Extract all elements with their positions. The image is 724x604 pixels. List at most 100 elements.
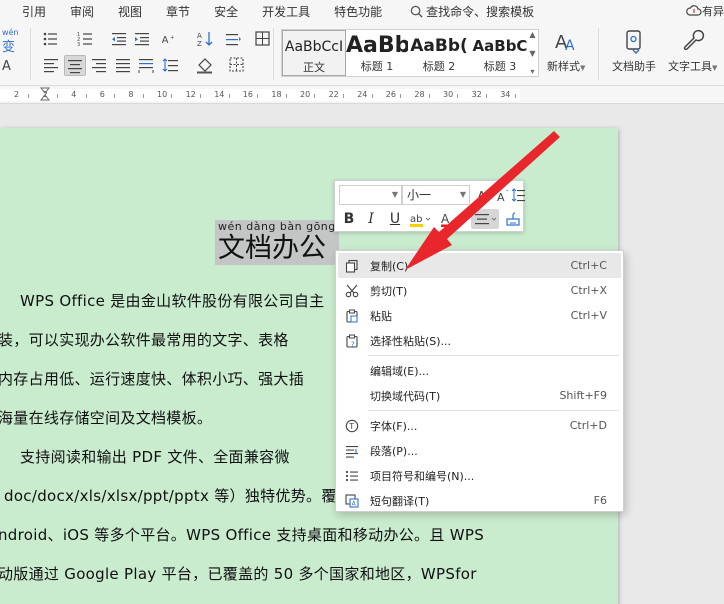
menu-item-bullets-numbering-label: 项目符号和编号(N)... bbox=[370, 469, 475, 483]
tab-features[interactable]: 特色功能 bbox=[334, 3, 382, 20]
menu-separator bbox=[368, 355, 619, 356]
font-size-select[interactable]: 小一 ▼ bbox=[402, 185, 470, 205]
gallery-expand-icon[interactable]: ▾ bbox=[530, 67, 534, 76]
align-left-button[interactable] bbox=[42, 56, 60, 74]
ruler-tick bbox=[457, 94, 459, 98]
format-painter-button[interactable] bbox=[503, 209, 523, 229]
ruler-tick bbox=[28, 94, 30, 98]
table-border-button[interactable] bbox=[254, 30, 272, 48]
highlighter-icon: ab bbox=[410, 214, 431, 227]
menu-item-toggle-field-code-shortcut: Shift+F9 bbox=[559, 389, 607, 402]
tab-chapter[interactable]: 章节 bbox=[166, 3, 190, 20]
bullet-list-button[interactable] bbox=[42, 30, 60, 48]
menu-item-toggle-field-code[interactable]: 切换域代码(T) Shift+F9 bbox=[338, 383, 621, 408]
doc-title: 文档办公 bbox=[218, 233, 326, 264]
style-heading-2-sample: AaBb( bbox=[410, 36, 468, 56]
underline-button[interactable]: U bbox=[385, 209, 405, 229]
menu-item-paste-special[interactable]: ? 选择性粘贴(S)... bbox=[338, 328, 621, 353]
sort-button[interactable]: AZ bbox=[196, 30, 214, 48]
text-tools-label: 文字工具 bbox=[668, 60, 712, 73]
style-heading-2[interactable]: AaBb( 标题 2 bbox=[408, 30, 470, 76]
ruler-tick bbox=[114, 94, 116, 98]
decrease-indent-button[interactable] bbox=[110, 30, 128, 48]
font-name-select[interactable]: ▼ bbox=[339, 185, 402, 205]
horizontal-ruler[interactable]: 2 2 4 6 8 10 12 14 16 18 20 22 24 26 28 30 32 34 bbox=[0, 86, 724, 104]
align-right-button[interactable] bbox=[90, 56, 108, 74]
ruler-tick-label: 14 bbox=[214, 90, 225, 99]
paragraph-icon bbox=[346, 445, 358, 458]
svg-text:+: + bbox=[487, 187, 493, 195]
menu-item-paste[interactable]: 粘贴 Ctrl+V bbox=[338, 303, 621, 328]
style-heading-3[interactable]: AaBbC 标题 3 bbox=[470, 30, 530, 76]
ruler-tick-label: 12 bbox=[185, 90, 196, 99]
tab-security[interactable]: 安全 bbox=[214, 3, 238, 20]
ruler-tick bbox=[228, 94, 230, 98]
numbered-list-button[interactable]: 123 bbox=[77, 30, 95, 48]
change-case-button[interactable]: A + bbox=[161, 30, 185, 48]
line-spacing-button[interactable] bbox=[512, 185, 526, 205]
menu-item-paragraph[interactable]: 段落(P)... bbox=[338, 438, 621, 463]
bold-button[interactable]: B bbox=[339, 209, 359, 229]
highlight-button[interactable]: ab bbox=[409, 209, 433, 229]
ruler-tick-label: 2 bbox=[42, 90, 48, 99]
tab-developer[interactable]: 开发工具 bbox=[262, 3, 310, 20]
increase-indent-button[interactable] bbox=[133, 30, 151, 48]
ruler-tick-label: 2 bbox=[14, 90, 20, 99]
paragraph-align-dropdown[interactable] bbox=[471, 209, 499, 229]
tab-review[interactable]: 审阅 bbox=[70, 3, 94, 20]
cloud-sync-icon bbox=[686, 5, 702, 16]
distributed-align-button[interactable] bbox=[137, 56, 155, 74]
phonetic-guide-button[interactable]: wén 变 bbox=[0, 28, 22, 55]
font-icon: T bbox=[345, 419, 359, 432]
text-effect-button[interactable]: A bbox=[0, 56, 18, 74]
align-center-button[interactable] bbox=[64, 55, 86, 76]
menu-item-bullets-numbering[interactable]: 项目符号和编号(N)... bbox=[338, 463, 621, 488]
tab-references[interactable]: 引用 bbox=[22, 3, 46, 20]
grow-font-button[interactable]: A + bbox=[475, 185, 495, 205]
svg-text:-: - bbox=[506, 187, 509, 195]
ruler-tick-label: 16 bbox=[242, 90, 253, 99]
font-color-button[interactable]: A bbox=[439, 209, 459, 229]
chevron-down-icon[interactable]: ▼ bbox=[529, 49, 535, 58]
line-spacing-dropdown[interactable] bbox=[224, 30, 242, 48]
ruler-tick-label: 6 bbox=[99, 90, 105, 99]
text-tools-button[interactable]: 文字工具▼ bbox=[668, 28, 717, 74]
doc-paragraph-line: 动版通过 Google Play 平台，已覆盖的 50 多个国家和地区，WPSf… bbox=[0, 565, 477, 583]
paint-bucket-icon bbox=[197, 58, 212, 74]
style-heading-3-sample: AaBbC bbox=[472, 37, 528, 55]
chevron-up-icon[interactable]: ▲ bbox=[529, 30, 535, 39]
menu-item-cut-shortcut: Ctrl+X bbox=[570, 284, 607, 297]
style-heading-1-sample: AaBb bbox=[346, 33, 408, 58]
tab-view[interactable]: 视图 bbox=[118, 3, 142, 20]
ruler-tick bbox=[56, 94, 58, 98]
menu-item-cut[interactable]: 剪切(T) Ctrl+X bbox=[338, 278, 621, 303]
menu-item-translate[interactable]: A 短句翻译(T) F6 bbox=[338, 488, 621, 513]
style-gallery-scroll[interactable]: ▲ ▼ ▾ bbox=[527, 30, 538, 76]
svg-text:ab: ab bbox=[410, 214, 422, 225]
menu-item-translate-label: 短句翻译(T) bbox=[370, 494, 430, 508]
italic-icon: I bbox=[368, 211, 374, 227]
doc-paragraph-line: doc/docx/xls/xlsx/ppt/pptx 等）独特优势。覆 bbox=[4, 487, 337, 505]
paragraph-spacing-dropdown[interactable] bbox=[162, 56, 180, 74]
menu-item-font[interactable]: T 字体(F)... Ctrl+D bbox=[338, 413, 621, 438]
style-normal[interactable]: AaBbCcI 正文 bbox=[282, 30, 346, 76]
doc-paragraph-line: ndroid、iOS 等多个平台。WPS Office 支持桌面和移动办公。且 … bbox=[0, 526, 485, 544]
font-size-value: 小一 bbox=[407, 188, 432, 202]
ruler-tick bbox=[257, 94, 259, 98]
doc-paragraph-line: 支持阅读和输出 PDF 文件、全面兼容微 bbox=[20, 448, 290, 466]
doc-title-pinyin: wén dàng bàn gōng bbox=[218, 220, 336, 233]
ruler-tick-label: 28 bbox=[414, 90, 425, 99]
menu-item-copy[interactable]: 复制(C) Ctrl+C bbox=[338, 253, 621, 278]
command-search[interactable]: 查找命令、搜索模板 bbox=[410, 3, 534, 20]
shading-dropdown[interactable] bbox=[196, 56, 214, 74]
doc-title-selection[interactable]: wén dàng bàn gōng 文档办公 bbox=[215, 220, 339, 265]
borders-dropdown[interactable] bbox=[228, 56, 246, 74]
menu-item-edit-field[interactable]: 编辑域(E)... bbox=[338, 358, 621, 383]
sync-status[interactable]: 有异 bbox=[686, 3, 724, 19]
justify-button[interactable] bbox=[114, 56, 132, 74]
italic-button[interactable]: I bbox=[361, 209, 381, 229]
new-style-button[interactable]: AA 新样式▼ bbox=[547, 28, 585, 74]
doc-helper-button[interactable]: 文档助手 bbox=[612, 28, 656, 74]
ribbon-separator bbox=[30, 28, 31, 80]
style-heading-1[interactable]: AaBb 标题 1 bbox=[346, 30, 408, 76]
